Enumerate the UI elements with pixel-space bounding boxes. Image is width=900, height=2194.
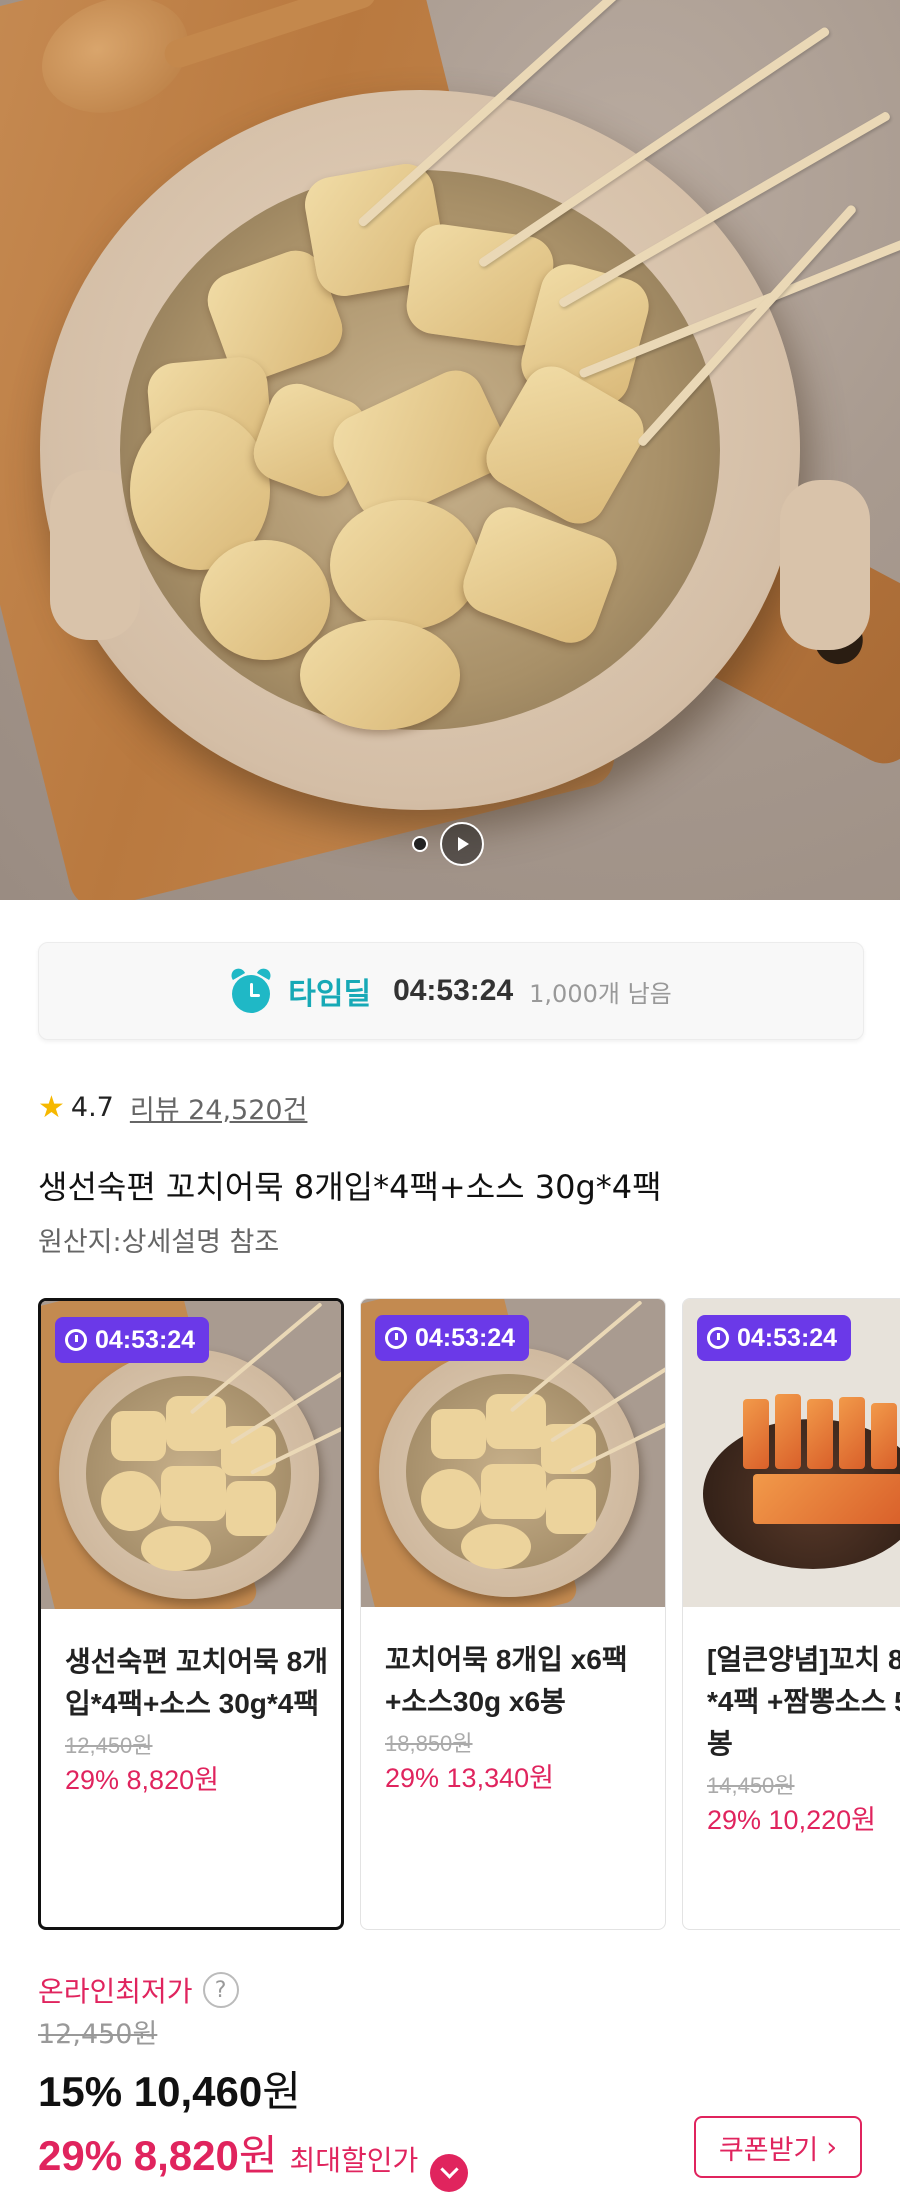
option-thumbnail: 04:53:24 <box>41 1301 341 1609</box>
option-original-price: 18,850원 <box>385 1731 473 1756</box>
option-name: [얼큰양념]꼬치 8개입*4팩 +짬뽕소스 50g*4봉 <box>707 1644 900 1759</box>
option-card-2[interactable]: 04:53:24 꼬치어묵 8개입 x6팩+소스30g x6봉 18,850원 … <box>360 1298 666 1930</box>
option-card-3[interactable]: 04:53:24 [얼큰양념]꼬치 8개입*4팩 +짬뽕소스 50g*4봉 14… <box>682 1298 900 1930</box>
timedeal-label: 타임딜 <box>288 978 372 1011</box>
chevron-right-icon: › <box>826 2131 838 2163</box>
max-discount-tag: 최대할인가 <box>289 2144 419 2177</box>
review-count-link[interactable]: 리뷰 24,520건 <box>130 1088 308 1127</box>
product-hero-image[interactable] <box>0 0 900 900</box>
option-sale-price: 29% 13,340원 <box>385 1763 554 1793</box>
timedeal-banner: 타임딜 04:53:24 1,000개 남음 <box>38 942 864 1040</box>
option-timer-badge: 04:53:24 <box>375 1315 530 1361</box>
option-sale-price: 29% 10,220원 <box>707 1805 876 1835</box>
option-timer-badge: 04:53:24 <box>55 1317 210 1363</box>
discount-price: 15% 10,460원 <box>38 2068 301 2115</box>
best-price-row: 29% 8,820원 최대할인가 <box>38 2122 469 2192</box>
option-name: 생선숙편 꼬치어묵 8개입*4팩+소스 30g*4팩 <box>65 1646 328 1719</box>
chevron-down-icon[interactable] <box>430 2153 469 2192</box>
option-thumbnail: 04:53:24 <box>361 1299 665 1607</box>
star-icon: ★ <box>38 1089 65 1125</box>
clock-icon <box>707 1327 729 1349</box>
rating-row: ★ 4.7 리뷰 24,520건 <box>38 1088 307 1127</box>
option-sale-price: 29% 8,820원 <box>65 1765 219 1795</box>
carousel-pagination <box>412 822 484 866</box>
original-price: 12,450원 <box>38 2019 158 2050</box>
lowest-price-label: 온라인최저가 ? <box>38 1970 239 2010</box>
option-carousel[interactable]: 04:53:24 생선숙편 꼬치어묵 8개입*4팩+소스 30g*4팩 12,4… <box>38 1298 900 1930</box>
play-icon[interactable] <box>440 822 484 866</box>
help-icon[interactable]: ? <box>202 1972 239 2008</box>
alarm-clock-icon <box>229 966 274 1013</box>
option-thumbnail: 04:53:24 <box>683 1299 900 1607</box>
coupon-button[interactable]: 쿠폰받기 › <box>694 2116 862 2178</box>
clock-icon <box>385 1327 407 1349</box>
option-original-price: 12,450원 <box>65 1733 153 1758</box>
carousel-dot-active[interactable] <box>412 836 428 852</box>
option-timer-badge: 04:53:24 <box>697 1315 852 1361</box>
option-name: 꼬치어묵 8개입 x6팩+소스30g x6봉 <box>385 1644 628 1717</box>
timedeal-countdown: 04:53:24 <box>393 974 514 1007</box>
timedeal-remaining: 1,000개 남음 <box>529 979 672 1008</box>
option-original-price: 14,450원 <box>707 1773 795 1798</box>
product-title: 생선숙편 꼬치어묵 8개입*4팩+소스 30g*4팩 <box>38 1168 662 1206</box>
rating-score: 4.7 <box>70 1092 114 1123</box>
option-card-1[interactable]: 04:53:24 생선숙편 꼬치어묵 8개입*4팩+소스 30g*4팩 12,4… <box>38 1298 344 1930</box>
clock-icon <box>65 1329 87 1351</box>
best-price: 29% 8,820원 <box>38 2132 278 2179</box>
product-origin: 원산지:상세설명 참조 <box>38 1227 280 1258</box>
